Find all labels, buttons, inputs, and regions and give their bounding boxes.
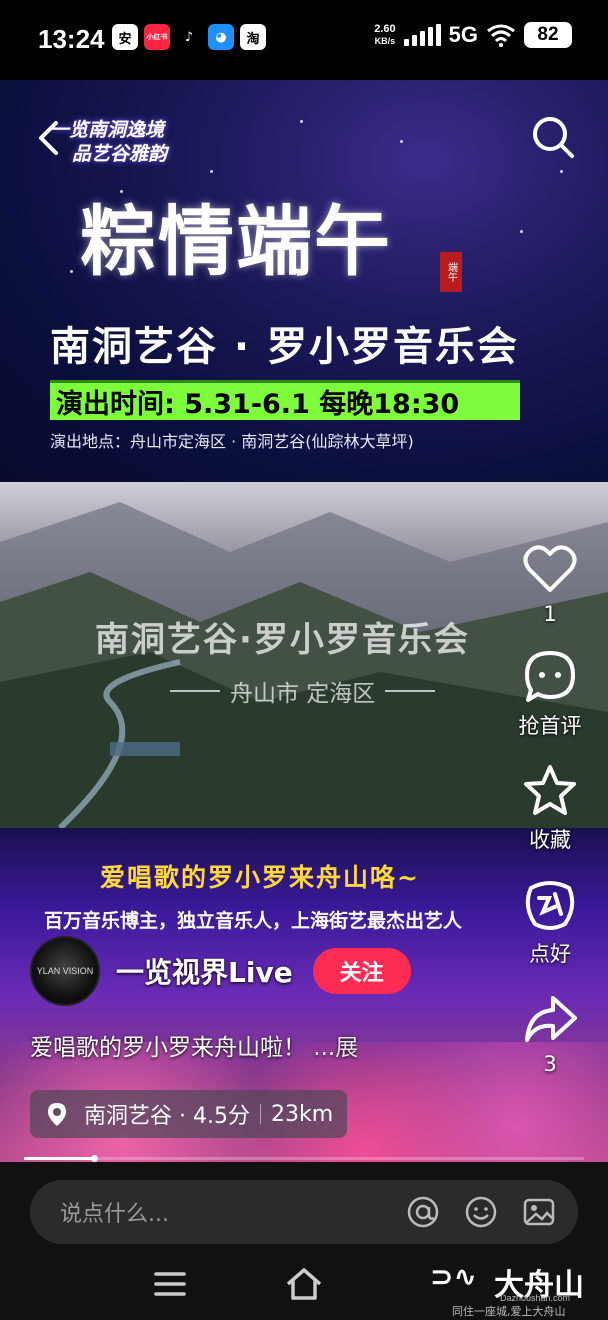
heart-icon bbox=[523, 545, 577, 592]
wifi-icon bbox=[487, 24, 515, 47]
poster-footer-line1: 爱唱歌的罗小罗来舟山咯~ bbox=[100, 863, 420, 892]
tagline-line2: 品艺谷雅韵 bbox=[72, 143, 168, 165]
follow-button[interactable]: 关注 bbox=[312, 948, 411, 994]
poster-calligraphy: 粽情端午 bbox=[80, 197, 392, 286]
favorite-label: 收藏 bbox=[529, 828, 571, 852]
watermark-url: Dazhoushan.com bbox=[500, 1293, 571, 1303]
location-name: 南洞艺谷 · 4.5分 bbox=[84, 1104, 250, 1129]
poster-header: 一览南洞逸境 品艺谷雅韵 粽情端午 端午 南洞艺谷 · 罗小罗音乐会 演出时间:… bbox=[0, 80, 608, 482]
location-distance: 23km bbox=[270, 1101, 334, 1127]
signal-icon bbox=[403, 24, 441, 46]
net-speed-value: 2.60 bbox=[374, 23, 396, 35]
like-count: 1 bbox=[543, 602, 557, 626]
douyin-icon: ♪ bbox=[176, 24, 202, 50]
expand-link[interactable]: 展 bbox=[335, 1035, 358, 1061]
net-speed: 2.60 KB/s bbox=[374, 23, 395, 47]
recommend-button[interactable]: 点好 bbox=[510, 876, 590, 968]
location-pin-icon bbox=[48, 1103, 66, 1126]
like-button[interactable]: 1 bbox=[510, 540, 590, 626]
share-count: 3 bbox=[543, 1052, 557, 1076]
divider bbox=[259, 1104, 261, 1124]
back-arrow-icon bbox=[39, 121, 58, 155]
bot-icon: ◕ bbox=[208, 24, 234, 50]
network-type: 5G bbox=[448, 22, 478, 47]
poster-seal: 端午 bbox=[440, 252, 462, 292]
comment-placeholder: 说点什么... bbox=[60, 1202, 169, 1227]
star-icon bbox=[524, 765, 576, 815]
caption-text: 爱唱歌的罗小罗来舟山啦！ ... bbox=[30, 1035, 336, 1061]
xiaohongshu-icon: 小红书 bbox=[144, 24, 170, 50]
search-button[interactable] bbox=[530, 114, 576, 160]
net-speed-unit: KB/s bbox=[374, 36, 396, 46]
video-progress-bar[interactable] bbox=[24, 1155, 584, 1162]
battery-icon: 82 bbox=[524, 22, 572, 48]
comment-button[interactable]: 抢首评 bbox=[510, 648, 590, 740]
system-nav-bar: ⊃∿ 大舟山 Dazhoushan.com 同住一座城,爱上大舟山 bbox=[0, 1260, 608, 1320]
author-name[interactable]: 一览视界Live bbox=[116, 951, 293, 991]
avatar[interactable]: YLAN VISION bbox=[30, 936, 100, 1006]
author-row: YLAN VISION 一览视界Live 关注 bbox=[30, 936, 411, 1006]
status-right: 2.60 KB/s 5G 82 bbox=[374, 22, 572, 48]
mention-icon[interactable] bbox=[406, 1195, 440, 1229]
progress-knob[interactable] bbox=[91, 1155, 98, 1162]
watermark-logo-icon: ⊃∿ bbox=[430, 1260, 477, 1293]
comment-label: 抢首评 bbox=[518, 714, 582, 738]
scenic-subtitle-text: 舟山市 定海区 bbox=[230, 681, 376, 707]
back-button[interactable] bbox=[28, 118, 68, 158]
search-icon bbox=[533, 117, 574, 158]
poster-title: 南洞艺谷 · 罗小罗音乐会 bbox=[50, 324, 520, 370]
site-watermark: ⊃∿ 大舟山 Dazhoushan.com 同住一座城,爱上大舟山 bbox=[420, 1260, 608, 1320]
notification-icons: 安小红书 ♪ ◕ 淘 bbox=[112, 24, 266, 50]
video-caption[interactable]: 爱唱歌的罗小罗来舟山啦！ ...展 bbox=[30, 1028, 358, 1062]
comment-icon bbox=[525, 651, 575, 702]
poster-footer-line2: 百万音乐博主，独立音乐人，上海街艺最杰出艺人 bbox=[44, 910, 463, 932]
anjian-icon: 安 bbox=[112, 24, 138, 50]
share-button[interactable]: 3 bbox=[510, 990, 590, 1076]
home-icon[interactable] bbox=[284, 1266, 324, 1302]
favorite-button[interactable]: 收藏 bbox=[510, 762, 590, 854]
scenic-subtitle: 舟山市 定海区 bbox=[170, 674, 436, 708]
poster-venue: 演出地点：舟山市定海区 · 南洞艺谷(仙踪林大草坪) bbox=[50, 432, 414, 451]
status-time: 13:24 bbox=[38, 24, 105, 54]
status-bar: 13:24 安小红书 ♪ ◕ 淘 2.60 KB/s 5G 82 bbox=[0, 0, 608, 80]
poster-time-band: 演出时间: 5.31-6.1 每晚18:30 bbox=[50, 380, 520, 420]
image-icon[interactable] bbox=[522, 1195, 556, 1229]
recommend-icon bbox=[525, 881, 575, 930]
watermark-slogan: 同住一座城,爱上大舟山 bbox=[452, 1305, 566, 1318]
scenic-title: 南洞艺谷·罗小罗音乐会 bbox=[95, 620, 470, 660]
location-tag[interactable]: 南洞艺谷 · 4.5分 23km bbox=[30, 1090, 348, 1138]
progress-fill bbox=[24, 1157, 94, 1160]
comment-input[interactable]: 说点什么... bbox=[30, 1180, 578, 1244]
action-rail: 1 抢首评 收藏 点好 3 bbox=[510, 540, 590, 1098]
divider bbox=[385, 690, 436, 692]
emoji-icon[interactable] bbox=[464, 1195, 498, 1229]
menu-icon[interactable] bbox=[154, 1270, 186, 1298]
recommend-label: 点好 bbox=[529, 942, 571, 966]
taobao-icon: 淘 bbox=[240, 24, 266, 50]
share-icon bbox=[525, 996, 577, 1042]
divider bbox=[170, 690, 220, 692]
